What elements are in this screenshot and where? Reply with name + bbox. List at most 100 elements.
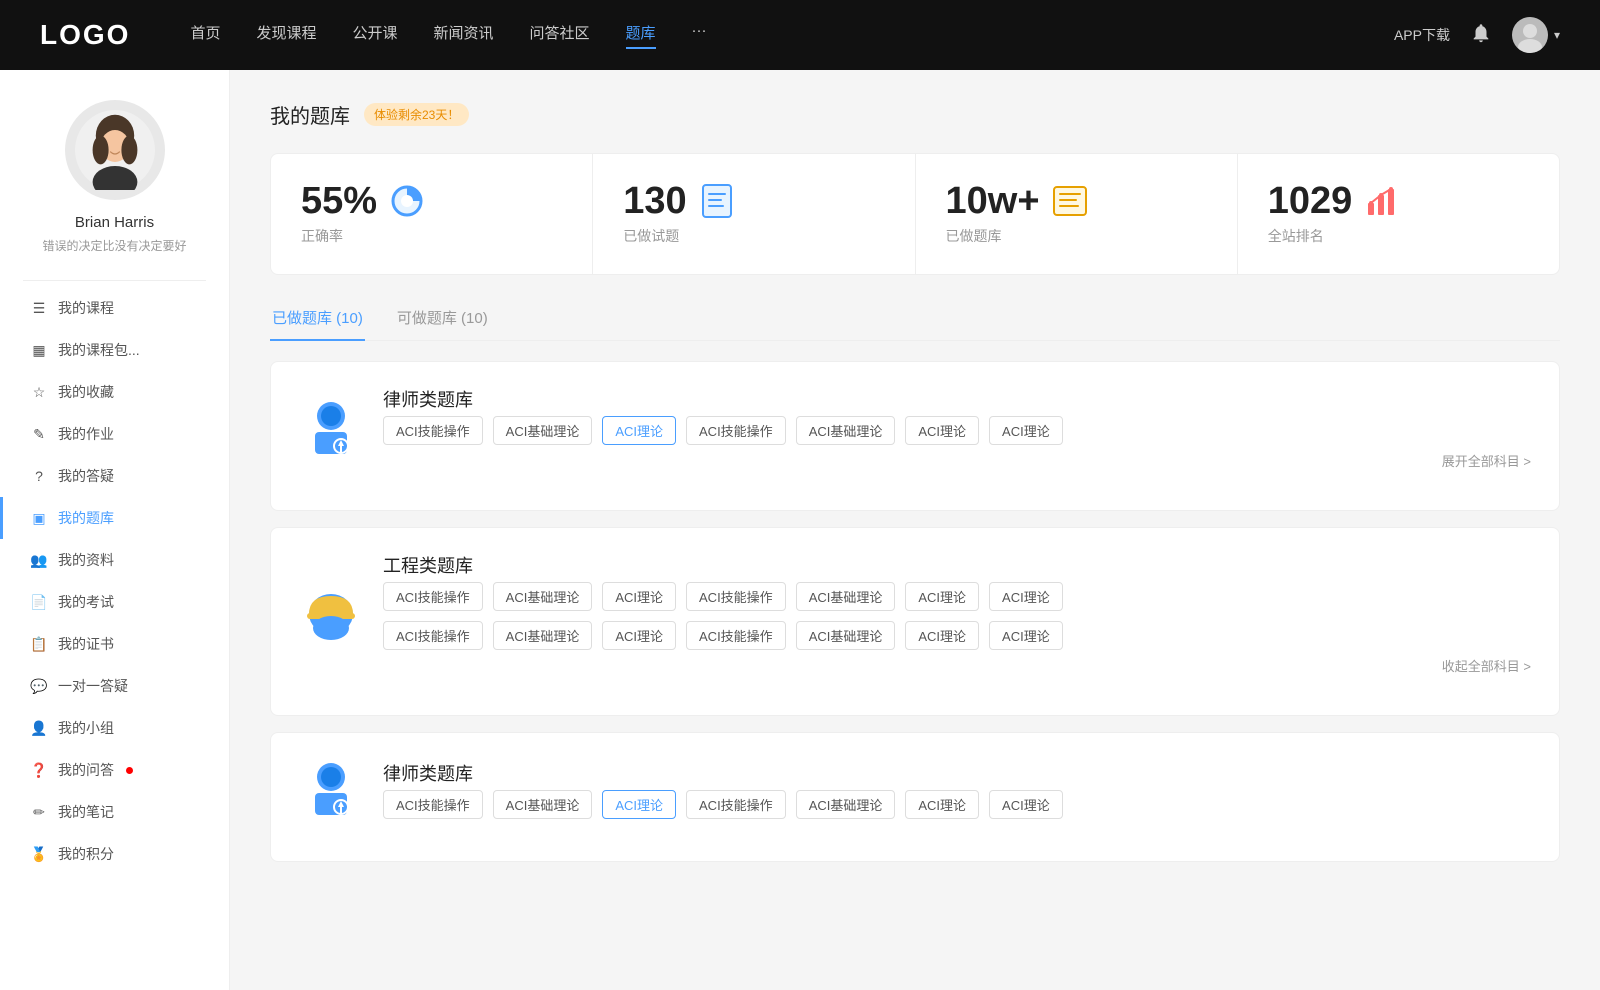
tag[interactable]: ACI基础理论 [796,790,896,819]
stat-icon-ranking [1364,183,1400,219]
tag-active[interactable]: ACI理论 [602,790,676,819]
collapse-btn-engineer[interactable]: 收起全部科目 > [383,656,1531,675]
stat-top-ranking: 1029 [1268,182,1529,220]
tag[interactable]: ACI理论 [989,582,1063,611]
qbank-title-engineer: 工程类题库 [383,552,1531,578]
tag[interactable]: ACI基础理论 [493,621,593,650]
sidebar-item-label: 我的资料 [58,550,114,570]
tag[interactable]: ACI技能操作 [686,621,786,650]
bell-icon [1470,22,1492,44]
qbank-icon-lawyer2 [299,757,363,821]
sidebar-item-我的笔记[interactable]: ✏我的笔记 [0,791,229,833]
stats-row: 55% 正确率 130 [270,153,1560,275]
tag[interactable]: ACI基础理论 [796,416,896,445]
nav-discover[interactable]: 发现课程 [256,22,316,49]
nav-opencourse[interactable]: 公开课 [352,22,397,49]
sidebar-item-我的课程[interactable]: ☰ 我的课程 [0,287,229,329]
sidebar: Brian Harris 错误的决定比没有决定要好 ☰我的课程▦我的课程包...… [0,70,230,990]
tag[interactable]: ACI理论 [905,621,979,650]
tag-active[interactable]: ACI理论 [602,416,676,445]
tab-bar: 已做题库 (10) 可做题库 (10) [270,299,1560,341]
clipboard-icon: 📋 [30,635,48,653]
help-icon: ❓ [30,761,48,779]
sidebar-item-我的积分[interactable]: 🏅我的积分 [0,833,229,875]
tags-row1-lawyer1: ACI技能操作 ACI基础理论 ACI理论 ACI技能操作 ACI基础理论 AC… [383,416,1531,445]
stat-icon-accuracy [389,183,425,219]
sidebar-item-我的资料[interactable]: 👥 我的资料 [0,539,229,581]
sidebar-avatar [65,100,165,200]
navbar-right: APP下载 ▾ [1394,17,1560,53]
sidebar-item-一对一答疑[interactable]: 💬一对一答疑 [0,665,229,707]
stat-value-accuracy: 55% [301,182,377,220]
sidebar-item-我的作业[interactable]: ✎我的作业 [0,413,229,455]
sidebar-item-我的收藏[interactable]: ☆ 我的收藏 [0,371,229,413]
sidebar-item-我的课程包...[interactable]: ▦我的课程包... [0,329,229,371]
sidebar-item-我的考试[interactable]: 📄我的考试 [0,581,229,623]
app-download-btn[interactable]: APP下载 [1394,25,1450,45]
tag[interactable]: ACI技能操作 [383,416,483,445]
stat-icon-banks [1052,183,1088,219]
tag[interactable]: ACI理论 [602,621,676,650]
nav-news[interactable]: 新闻资讯 [434,22,494,49]
sidebar-item-我的小组[interactable]: 👤我的小组 [0,707,229,749]
sidebar-item-我的题库[interactable]: ▣我的题库 [0,497,229,539]
tag[interactable]: ACI理论 [905,790,979,819]
sidebar-item-label: 我的收藏 [58,382,114,402]
lawyer-icon-2 [299,757,363,821]
stat-label-banks: 已做题库 [946,226,1207,246]
star-icon: ☆ [30,383,48,401]
sidebar-username: Brian Harris [75,214,154,231]
tag[interactable]: ACI理论 [602,582,676,611]
tags-row1-engineer: ACI技能操作 ACI基础理论 ACI理论 ACI技能操作 ACI基础理论 AC… [383,582,1531,611]
tag[interactable]: ACI基础理论 [796,582,896,611]
chart-icon [1364,183,1400,219]
sidebar-item-label: 我的课程 [58,298,114,318]
tag[interactable]: ACI理论 [905,416,979,445]
stat-label-accuracy: 正确率 [301,226,562,246]
logo: LOGO [40,19,130,51]
nav-qa[interactable]: 问答社区 [530,22,590,49]
stat-label-questions: 已做试题 [623,226,884,246]
nav-questionbank[interactable]: 题库 [626,22,656,49]
tag[interactable]: ACI理论 [989,416,1063,445]
file-icon: ☰ [30,299,48,317]
tags-row2-engineer: ACI技能操作 ACI基础理论 ACI理论 ACI技能操作 ACI基础理论 AC… [383,621,1531,650]
notification-bell[interactable] [1470,22,1492,49]
expand-btn-lawyer1[interactable]: 展开全部科目 > [383,451,1531,470]
users-icon: 👥 [30,551,48,569]
tag[interactable]: ACI技能操作 [686,416,786,445]
tab-available[interactable]: 可做题库 (10) [395,299,490,340]
sidebar-item-label: 我的小组 [58,718,114,738]
engineer-icon [299,582,363,646]
tag[interactable]: ACI技能操作 [383,621,483,650]
lawyer-icon [299,396,363,460]
stat-label-ranking: 全站排名 [1268,226,1529,246]
tag[interactable]: ACI基础理论 [493,790,593,819]
tag[interactable]: ACI理论 [989,621,1063,650]
tag[interactable]: ACI基础理论 [493,582,593,611]
tag[interactable]: ACI技能操作 [686,582,786,611]
stat-icon-questions [699,183,735,219]
nav-home[interactable]: 首页 [190,22,220,49]
qbank-header-lawyer1: 律师类题库 ACI技能操作 ACI基础理论 ACI理论 ACI技能操作 ACI基… [299,386,1531,470]
nav-more[interactable]: ··· [692,22,707,49]
tag[interactable]: ACI理论 [989,790,1063,819]
sidebar-item-我的问答[interactable]: ❓我的问答 [0,749,229,791]
tag[interactable]: ACI基础理论 [796,621,896,650]
doc-icon [699,183,735,219]
tag[interactable]: ACI技能操作 [383,582,483,611]
file-text-icon: 📄 [30,593,48,611]
tag[interactable]: ACI理论 [905,582,979,611]
user-avatar [1512,17,1548,53]
stat-questions: 130 已做试题 [593,154,915,274]
sidebar-item-我的答疑[interactable]: ?我的答疑 [0,455,229,497]
user-avatar-area[interactable]: ▾ [1512,17,1560,53]
tab-done[interactable]: 已做题库 (10) [270,299,365,340]
sidebar-item-我的证书[interactable]: 📋我的证书 [0,623,229,665]
stat-ranking: 1029 全站排名 [1238,154,1559,274]
sidebar-item-label: 我的笔记 [58,802,114,822]
tag[interactable]: ACI技能操作 [686,790,786,819]
tag[interactable]: ACI基础理论 [493,416,593,445]
note-icon [1052,183,1088,219]
tag[interactable]: ACI技能操作 [383,790,483,819]
